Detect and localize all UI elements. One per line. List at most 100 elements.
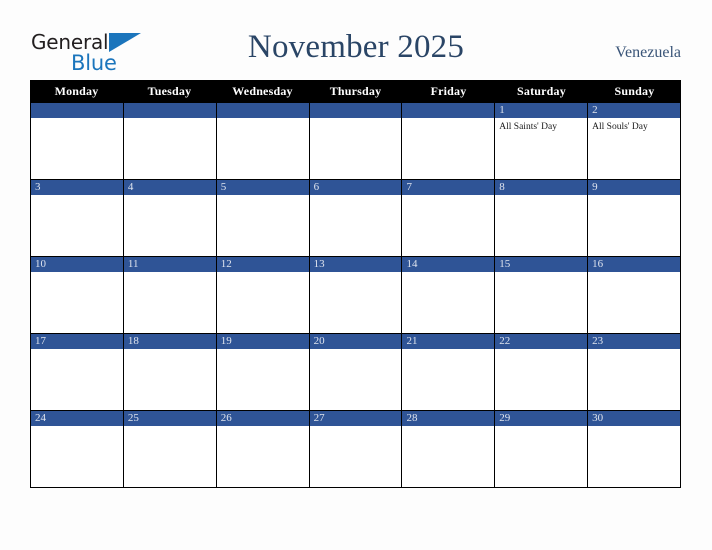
calendar-week-rows: 1 All Saints' Day 2 All Souls' Day 3 4 5 6 7 8 9 10…: [30, 103, 681, 488]
day-number: 3: [35, 181, 41, 193]
day-number: 1: [499, 104, 505, 116]
calendar-day-cell[interactable]: 4: [123, 180, 217, 257]
day-number-bar: 9: [588, 180, 681, 195]
day-events: [310, 118, 402, 179]
calendar-day-cell[interactable]: 16: [588, 257, 681, 334]
day-events: [495, 426, 587, 487]
day-events: [217, 272, 309, 333]
day-events: [31, 195, 123, 256]
day-number: 5: [220, 181, 227, 193]
day-events: [31, 349, 123, 410]
calendar-day-cell[interactable]: 10: [31, 257, 124, 334]
day-events: [402, 118, 494, 179]
calendar-day-cell[interactable]: 26: [216, 411, 310, 487]
day-number: 13: [313, 258, 325, 270]
calendar-day-cell[interactable]: 8: [495, 180, 589, 257]
calendar-day-cell[interactable]: 28: [402, 411, 496, 487]
calendar-day-cell[interactable]: 20: [309, 334, 403, 411]
day-number-bar: 29: [495, 411, 588, 426]
day-number: 17: [35, 335, 46, 347]
calendar-grid: Monday Tuesday Wednesday Thursday Friday…: [30, 80, 681, 488]
day-events: [588, 349, 680, 410]
day-events: [310, 272, 402, 333]
day-events: [495, 272, 587, 333]
day-number-bar: 10: [31, 257, 123, 272]
day-events: [124, 118, 216, 179]
day-events: [31, 272, 123, 333]
day-events: [217, 426, 309, 487]
day-number-bar: 7: [402, 180, 495, 195]
day-events: [124, 272, 216, 333]
calendar-day-cell[interactable]: 12: [216, 257, 310, 334]
day-number: 6: [313, 181, 320, 193]
day-number: 24: [35, 412, 46, 424]
day-events: [310, 349, 402, 410]
day-events: [217, 118, 309, 179]
calendar-day-cell[interactable]: 17: [31, 334, 124, 411]
calendar-day-cell[interactable]: 27: [309, 411, 403, 487]
day-number-bar: 22: [495, 334, 588, 349]
weekday-header-sunday: Sunday: [614, 84, 655, 98]
day-number-bar: 11: [123, 257, 216, 272]
day-number-bar: 8: [495, 180, 588, 195]
calendar-day-cell[interactable]: 24: [31, 411, 124, 487]
calendar-day-cell[interactable]: 11: [123, 257, 217, 334]
day-events: [402, 426, 494, 487]
calendar-day-cell[interactable]: 22: [495, 334, 589, 411]
day-number: 19: [220, 335, 232, 347]
calendar-day-cell[interactable]: 30: [588, 411, 681, 487]
day-number-bar: 17: [31, 334, 123, 349]
calendar-day-cell[interactable]: 2 All Souls' Day: [588, 103, 681, 180]
day-number-bar: 20: [309, 334, 402, 349]
day-number: 12: [220, 258, 232, 270]
calendar-day-cell[interactable]: 19: [216, 334, 310, 411]
calendar-week-row: 17 18 19 20 21 22 23: [31, 334, 681, 411]
day-number-bar: 14: [402, 257, 495, 272]
page-title: November 2025: [247, 29, 465, 65]
day-number: 28: [406, 412, 418, 424]
day-events: [217, 195, 309, 256]
weekday-header-saturday: Saturday: [517, 84, 566, 98]
day-number-bar: 15: [495, 257, 588, 272]
day-events: [402, 195, 494, 256]
calendar-day-cell[interactable]: 3: [31, 180, 124, 257]
calendar-week-row: 24 25 26 27 28 29 30: [31, 411, 681, 487]
calendar-day-cell[interactable]: 7: [402, 180, 496, 257]
day-number-bar: 16: [588, 257, 681, 272]
calendar-day-cell[interactable]: 21: [402, 334, 496, 411]
day-number-bar: 6: [309, 180, 402, 195]
day-number: 27: [313, 412, 325, 424]
day-events: [217, 349, 309, 410]
calendar-day-cell[interactable]: 14: [402, 257, 496, 334]
calendar-week-row: 3 4 5 6 7 8 9: [31, 180, 681, 257]
calendar-day-cell[interactable]: 18: [123, 334, 217, 411]
day-events: [495, 349, 587, 410]
day-number: 21: [406, 335, 418, 347]
calendar-day-cell[interactable]: 15: [495, 257, 589, 334]
day-number-bar: [123, 103, 216, 118]
day-number: 9: [592, 181, 598, 193]
calendar-week-row: 1 All Saints' Day 2 All Souls' Day: [31, 103, 681, 180]
day-events: All Saints' Day: [495, 118, 587, 179]
day-number: 18: [127, 335, 139, 347]
calendar-day-cell[interactable]: 5: [216, 180, 310, 257]
calendar-day-cell[interactable]: 1 All Saints' Day: [495, 103, 589, 180]
day-number-bar: [402, 103, 495, 118]
day-number-bar: 1: [495, 103, 588, 118]
day-events: [495, 195, 587, 256]
day-number-bar: 26: [216, 411, 309, 426]
day-number-bar: 18: [123, 334, 216, 349]
calendar-day-cell[interactable]: 13: [309, 257, 403, 334]
calendar-day-cell[interactable]: 25: [123, 411, 217, 487]
calendar-day-cell[interactable]: 6: [309, 180, 403, 257]
day-number-bar: 25: [123, 411, 216, 426]
calendar-day-cell[interactable]: 23: [588, 334, 681, 411]
calendar-day-cell[interactable]: 29: [495, 411, 589, 487]
day-number-bar: 30: [588, 411, 681, 426]
calendar-empty-cell: [31, 103, 124, 180]
day-number-bar: 12: [216, 257, 309, 272]
day-number: 2: [592, 104, 598, 116]
calendar-day-cell[interactable]: 9: [588, 180, 681, 257]
day-events: [310, 426, 402, 487]
calendar-empty-cell: [309, 103, 403, 180]
